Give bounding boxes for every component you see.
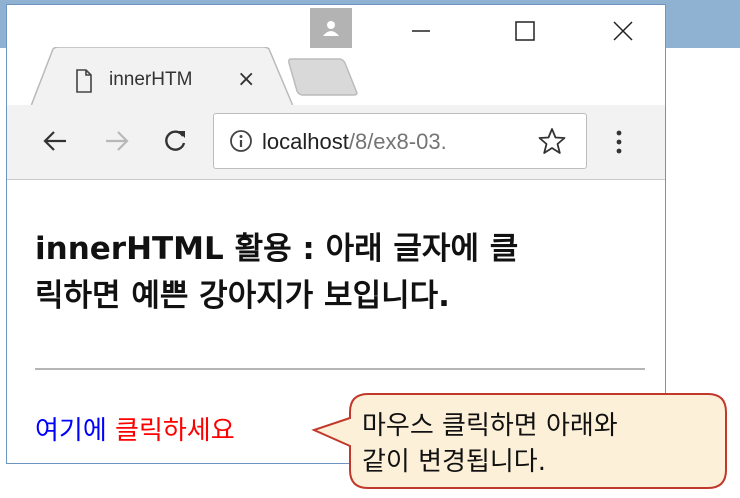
new-tab-button[interactable] <box>287 57 359 101</box>
minimize-button[interactable] <box>391 9 451 53</box>
close-window-button[interactable] <box>593 9 653 53</box>
horizontal-rule <box>35 368 645 370</box>
info-icon[interactable] <box>228 128 254 158</box>
callout-text: 마우스 클릭하면 아래와 같이 변경됩니다. <box>362 408 722 480</box>
title-bar: innerHTM × <box>7 5 665 107</box>
back-arrow-icon[interactable] <box>37 123 73 159</box>
page-heading: innerHTML 활용 : 아래 글자에 클 릭하면 예쁜 강아지가 보입니다… <box>35 226 655 320</box>
address-bar[interactable]: localhost/8/ex8-03. <box>213 113 587 169</box>
reload-icon[interactable] <box>157 123 193 159</box>
tab-title: innerHTM <box>109 69 193 90</box>
callout-line-1: 마우스 클릭하면 아래와 <box>362 411 618 441</box>
click-text-red[interactable]: 클릭하세요 <box>115 416 235 446</box>
click-text[interactable]: 여기에 클릭하세요 <box>35 410 235 447</box>
profile-icon[interactable] <box>310 8 352 48</box>
star-icon[interactable] <box>538 127 566 159</box>
browser-tab[interactable]: innerHTM × <box>31 47 293 107</box>
heading-line-2: 릭하면 예쁜 강아지가 보입니다. <box>35 278 450 314</box>
annotation-callout: 마우스 클릭하면 아래와 같이 변경됩니다. <box>310 390 730 492</box>
menu-icon[interactable] <box>615 129 623 159</box>
url-path: /8/ex8-03. <box>348 129 447 154</box>
maximize-button[interactable] <box>495 9 555 53</box>
heading-line-1: innerHTML 활용 : 아래 글자에 클 <box>35 231 519 267</box>
forward-arrow-icon[interactable] <box>99 123 135 159</box>
callout-line-2: 같이 변경됩니다. <box>362 447 546 477</box>
click-text-blue: 여기에 <box>35 416 116 446</box>
browser-toolbar: localhost/8/ex8-03. <box>7 105 665 180</box>
url-host: localhost <box>262 129 349 154</box>
url-text: localhost/8/ex8-03. <box>262 127 532 157</box>
tab-close-button[interactable]: × <box>237 67 255 92</box>
